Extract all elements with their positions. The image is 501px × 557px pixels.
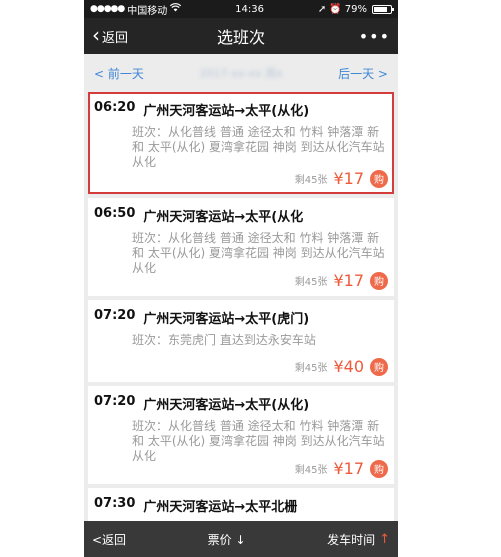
location-icon: ➚ (317, 3, 327, 15)
sort-by-time-label: 发车时间 (327, 532, 376, 547)
sort-by-time-button[interactable]: 发车时间 ↑ (327, 531, 390, 548)
trip-title: 广州天河客运站→太平北栅 (143, 500, 298, 515)
trip-time: 06:20 (94, 100, 136, 115)
battery-fill (373, 6, 387, 12)
carrier-label: 中国移动 (127, 5, 168, 17)
clock: 14:36 (235, 3, 264, 15)
more-menu-button[interactable]: ••• (359, 27, 390, 46)
trip-time: 06:50 (94, 206, 136, 221)
battery-percent: 79% (344, 3, 367, 15)
trip-price: ¥17 (333, 169, 364, 188)
back-label: 返回 (102, 30, 129, 46)
seats-left: 剩45张 (294, 363, 328, 374)
seats-left: 剩45张 (294, 175, 328, 186)
phone-screen: ●●●●● 中国移动 14:36 ➚ ⏰ 79% ‹ 返回 选班次 ••• < … (84, 0, 398, 557)
buy-button[interactable]: 购 (370, 459, 388, 478)
alarm-icon: ⏰ (329, 3, 342, 15)
status-bar: ●●●●● 中国移动 14:36 ➚ ⏰ 79% (84, 0, 398, 18)
prev-day-button[interactable]: < 前一天 (94, 65, 144, 82)
trip-card[interactable]: 07:20 广州天河客运站→太平(从化) 班次：从化普线 普通 途径太和 竹料 … (88, 386, 394, 484)
page-title: 选班次 (216, 28, 265, 47)
bottom-sort-bar: <返回 票价 ↓ 发车时间 ↑ (84, 521, 398, 557)
trip-title: 广州天河客运站→太平(从化 (143, 210, 304, 225)
next-day-button[interactable]: 后一天 > (338, 65, 388, 82)
trip-title: 广州天河客运站→太平(虎门) (143, 312, 310, 327)
sort-by-price-button[interactable]: 票价 ↓ (208, 531, 246, 548)
seats-left: 剩45张 (294, 277, 328, 288)
trip-price: ¥40 (333, 357, 364, 376)
wifi-icon (170, 3, 182, 15)
back-button[interactable]: ‹ 返回 (92, 23, 129, 47)
trip-price: ¥17 (333, 459, 364, 478)
buy-button[interactable]: 购 (370, 271, 388, 290)
arrow-up-icon: ↑ (379, 531, 390, 547)
trip-route: 班次：从化普线 普通 途径太和 竹料 钟落潭 新和 太平(从化) 夏湾拿花园 神… (132, 419, 385, 463)
trip-card[interactable]: 06:50 广州天河客运站→太平(从化 班次：从化普线 普通 途径太和 竹料 钟… (88, 198, 394, 296)
trip-route: 班次：从化普线 普通 途径太和 竹料 钟落潭 新和 太平(从化) 夏湾拿花园 神… (132, 231, 385, 275)
trip-time: 07:30 (94, 496, 136, 511)
trip-route: 班次：从化普线 普通 途径太和 竹料 钟落潭 新和 太平(从化) 夏湾拿花园 神… (132, 125, 385, 169)
trip-title: 广州天河客运站→太平(从化) (143, 104, 310, 119)
nav-bar: ‹ 返回 选班次 ••• (84, 18, 398, 54)
bottom-back-button[interactable]: <返回 (92, 531, 126, 548)
chevron-left-icon: ‹ (92, 23, 100, 47)
buy-button[interactable]: 购 (370, 357, 388, 376)
battery-icon (371, 4, 394, 14)
current-date: 2017-xx-xx 周x (199, 67, 283, 80)
trip-list: 06:20 广州天河客运站→太平(从化) 班次：从化普线 普通 途径太和 竹料 … (84, 92, 398, 557)
day-selector: < 前一天 2017-xx-xx 周x 后一天 > (84, 54, 398, 92)
trip-card[interactable]: 06:20 广州天河客运站→太平(从化) 班次：从化普线 普通 途径太和 竹料 … (88, 92, 394, 194)
seats-left: 剩45张 (294, 465, 328, 476)
trip-price: ¥17 (333, 271, 364, 290)
trip-title: 广州天河客运站→太平(从化) (143, 398, 310, 413)
trip-route: 班次：东莞虎门 直达到达永安车站 (132, 333, 316, 347)
trip-card[interactable]: 07:20 广州天河客运站→太平(虎门) 班次：东莞虎门 直达到达永安车站 剩4… (88, 300, 394, 382)
buy-button[interactable]: 购 (370, 169, 388, 188)
trip-time: 07:20 (94, 394, 136, 409)
signal-icon: ●●●●● (90, 4, 125, 14)
trip-time: 07:20 (94, 308, 136, 323)
